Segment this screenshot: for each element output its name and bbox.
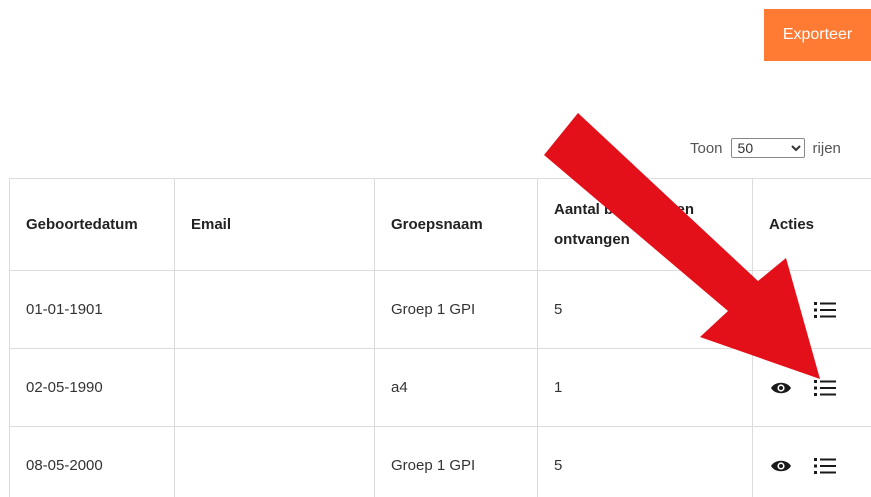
birthdate-cell: 02-05-1990: [9, 348, 175, 427]
count-cell: 5: [537, 270, 753, 349]
birthdate-cell: 01-01-1901: [9, 270, 175, 349]
email-cell: [174, 348, 375, 427]
actions-cell: [752, 270, 871, 349]
column-header-email[interactable]: Email: [174, 178, 375, 271]
table-row: 08-05-2000 Groep 1 GPI 5: [9, 426, 871, 497]
page-length-prefix: Toon: [690, 139, 723, 157]
eye-icon[interactable]: [769, 298, 793, 322]
count-cell: 1: [537, 348, 753, 427]
column-header-group[interactable]: Groepsnaam: [374, 178, 538, 271]
eye-icon[interactable]: [769, 376, 793, 400]
column-header-count[interactable]: Aantal berichtingen ontvangen: [537, 178, 753, 271]
column-header-actions: Acties: [752, 178, 871, 271]
list-icon[interactable]: [813, 298, 837, 322]
eye-icon[interactable]: [769, 454, 793, 478]
page-length-control: Toon 50 rijen: [690, 138, 841, 158]
actions-cell: [752, 348, 871, 427]
email-cell: [174, 426, 375, 497]
page-length-select[interactable]: 50: [730, 138, 805, 158]
count-cell: 5: [537, 426, 753, 497]
table-row: 01-01-1901 Groep 1 GPI 5: [9, 270, 871, 349]
column-header-birthdate[interactable]: Geboortedatum: [9, 178, 175, 271]
list-icon[interactable]: [813, 376, 837, 400]
page-length-suffix: rijen: [812, 139, 841, 157]
table-header-row: Geboortedatum Email Groepsnaam Aantal be…: [9, 178, 871, 271]
group-cell: Groep 1 GPI: [374, 426, 538, 497]
group-cell: a4: [374, 348, 538, 427]
list-icon[interactable]: [813, 454, 837, 478]
birthdate-cell: 08-05-2000: [9, 426, 175, 497]
data-table: Geboortedatum Email Groepsnaam Aantal be…: [9, 178, 871, 497]
actions-cell: [752, 426, 871, 497]
table-row: 02-05-1990 a4 1: [9, 348, 871, 427]
email-cell: [174, 270, 375, 349]
group-cell: Groep 1 GPI: [374, 270, 538, 349]
export-button[interactable]: Exporteer: [764, 9, 871, 61]
